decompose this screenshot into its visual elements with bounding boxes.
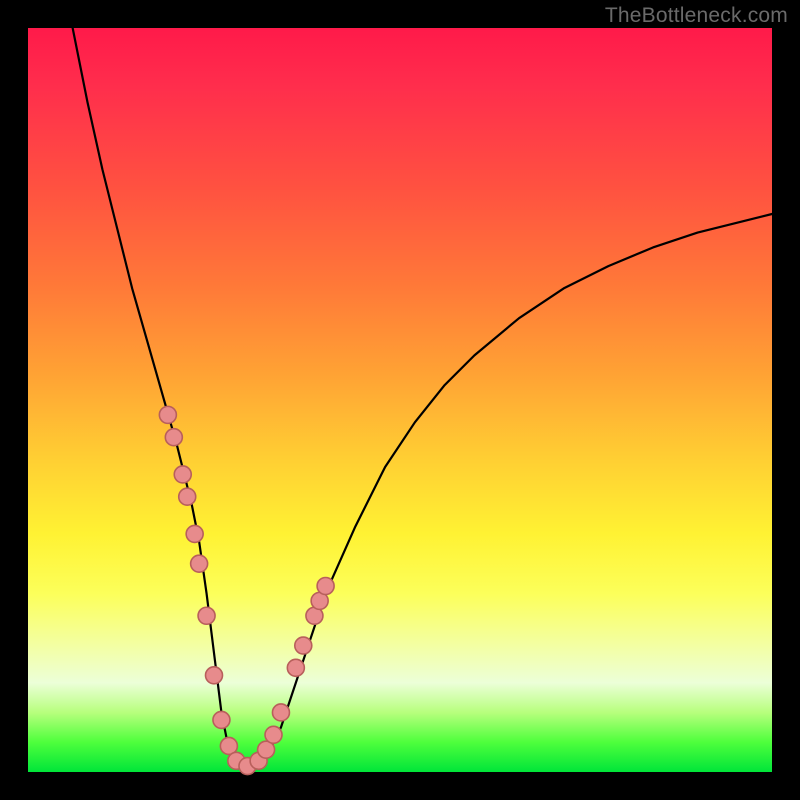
- data-point: [213, 711, 230, 728]
- data-point: [287, 659, 304, 676]
- data-points-group: [159, 406, 334, 774]
- bottleneck-curve: [73, 28, 772, 768]
- chart-frame: TheBottleneck.com: [0, 0, 800, 800]
- data-point: [206, 667, 223, 684]
- data-point: [198, 607, 215, 624]
- data-point: [174, 466, 191, 483]
- data-point: [295, 637, 312, 654]
- data-point: [179, 488, 196, 505]
- data-point: [159, 406, 176, 423]
- data-point: [317, 578, 334, 595]
- data-point: [165, 429, 182, 446]
- plot-area: [28, 28, 772, 772]
- data-point: [272, 704, 289, 721]
- watermark-text: TheBottleneck.com: [605, 4, 788, 28]
- chart-svg: [28, 28, 772, 772]
- data-point: [265, 726, 282, 743]
- data-point: [191, 555, 208, 572]
- data-point: [186, 525, 203, 542]
